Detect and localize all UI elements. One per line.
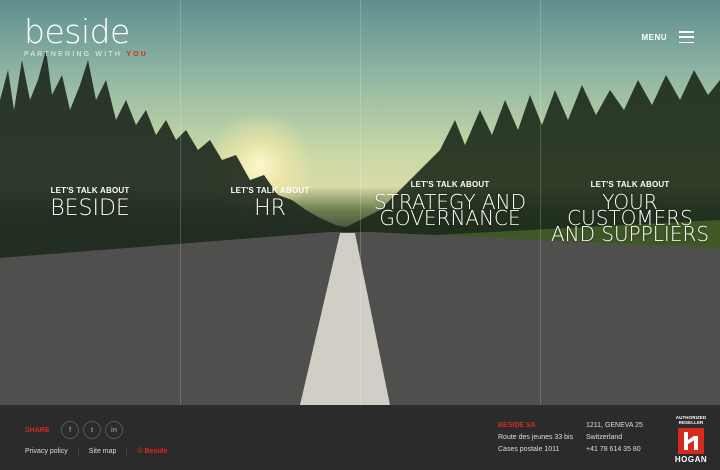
- menu-button[interactable]: MENU: [641, 31, 694, 43]
- panel-kicker: LET'S TALK ABOUT: [230, 186, 310, 195]
- panel-title: HR: [254, 196, 286, 221]
- company-name: BESIDE SA: [498, 422, 536, 429]
- panel-beside[interactable]: LET'S TALK ABOUT BESIDE: [0, 186, 180, 220]
- copyright-link[interactable]: © Beside: [126, 448, 177, 455]
- beside-logo[interactable]: beside PARTNERING WITH YOU: [24, 12, 148, 58]
- menu-label: MENU: [641, 32, 667, 42]
- logo-tagline: PARTNERING WITH YOU: [24, 51, 148, 58]
- logo-wordmark: beside: [24, 12, 130, 51]
- panel-title-line2: AND SUPPLIERS: [550, 222, 710, 246]
- panel-hr[interactable]: LET'S TALK ABOUT HR: [180, 186, 360, 220]
- address-line1: Route des jeunes 33 bis: [498, 434, 574, 441]
- panel-kicker: LET'S TALK ABOUT: [410, 180, 490, 189]
- share-bar: SHARE f t in: [25, 421, 123, 439]
- footer-links: Privacy policy Site map © Beside: [25, 448, 177, 455]
- address-block-city: 1211, GENEVA 25 Switzerland +41 78 614 3…: [586, 420, 643, 456]
- authorized-reseller-label: AUTHORIZED RESELLER: [675, 415, 707, 425]
- address-country: Switzerland: [586, 434, 623, 441]
- facebook-icon[interactable]: f: [61, 421, 79, 439]
- panel-strategy-governance[interactable]: LET'S TALK ABOUT STRATEGY AND GOVERNANCE: [360, 180, 540, 230]
- hogan-badge[interactable]: AUTHORIZED RESELLER HOGAN: [670, 415, 712, 464]
- linkedin-icon[interactable]: in: [105, 421, 123, 439]
- site-map-link[interactable]: Site map: [77, 448, 127, 455]
- social-links: f t in: [61, 421, 123, 439]
- panel-title: BESIDE: [50, 196, 130, 221]
- hamburger-icon: [679, 31, 694, 43]
- twitter-icon[interactable]: t: [83, 421, 101, 439]
- hogan-logo-icon: [678, 428, 704, 454]
- address-line2: Cases postale 1011: [498, 446, 560, 453]
- privacy-policy-link[interactable]: Privacy policy: [25, 448, 78, 455]
- address-phone[interactable]: +41 78 614 35 80: [586, 444, 643, 456]
- panel-title-line2: GOVERNANCE: [379, 206, 521, 230]
- panel-customers-suppliers[interactable]: LET'S TALK ABOUT YOUR CUSTOMERS AND SUPP…: [540, 180, 720, 246]
- panel-kicker: LET'S TALK ABOUT: [50, 186, 130, 195]
- tagline-text: PARTNERING WITH: [24, 51, 123, 58]
- share-label: SHARE: [25, 426, 50, 434]
- footer: SHARE f t in Privacy policy Site map © B…: [0, 405, 720, 470]
- panel-kicker: LET'S TALK ABOUT: [590, 180, 670, 189]
- tagline-highlight: YOU: [126, 51, 149, 58]
- hogan-name: HOGAN: [674, 455, 708, 464]
- address-city: 1211, GENEVA 25: [586, 422, 643, 429]
- address-block: BESIDE SA Route des jeunes 33 bis Cases …: [498, 420, 573, 456]
